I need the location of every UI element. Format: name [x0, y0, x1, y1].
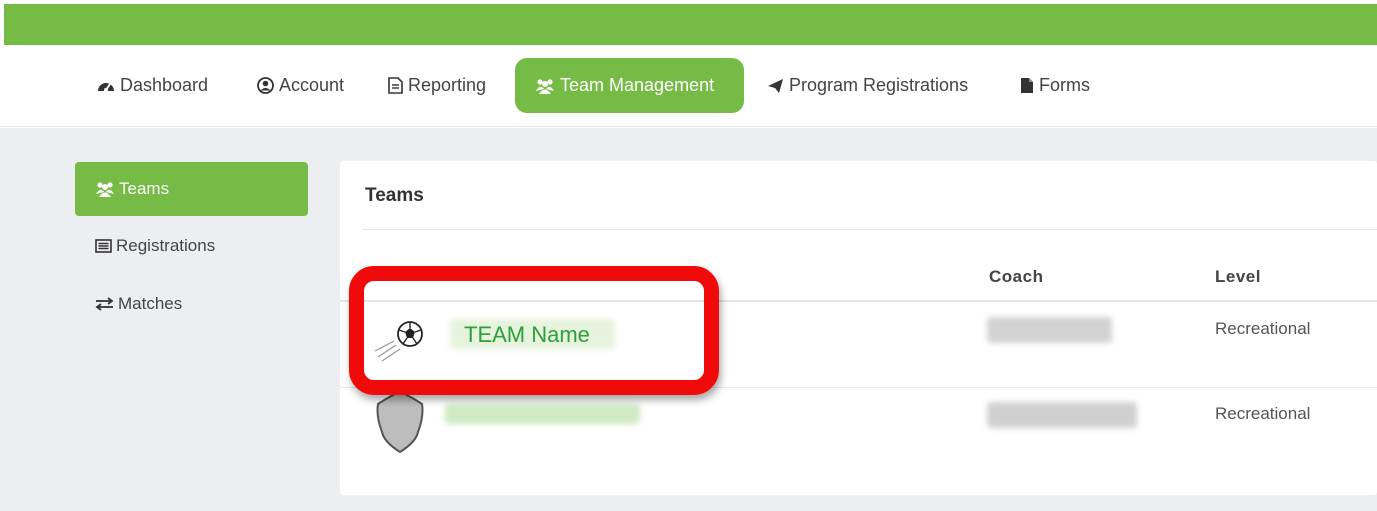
- divider: [362, 229, 1377, 230]
- coach-name-redacted: [987, 317, 1112, 343]
- team-name-redacted[interactable]: [445, 404, 640, 424]
- sidebar-item-teams[interactable]: Teams: [75, 162, 308, 216]
- paper-plane-icon: [767, 78, 784, 94]
- nav-forms[interactable]: Forms: [1020, 58, 1090, 113]
- user-circle-icon: [257, 77, 274, 94]
- users-icon: [95, 181, 115, 197]
- list-icon: [95, 239, 112, 253]
- nav-reporting-label: Reporting: [408, 75, 487, 95]
- main-nav: Dashboard Account Reporting Team Managem…: [0, 45, 1377, 127]
- nav-team-management[interactable]: Team Management: [515, 58, 744, 113]
- sidebar-item-matches[interactable]: Matches: [75, 277, 308, 331]
- highlight-box: [349, 266, 719, 395]
- sidebar-item-label: Registrations: [116, 236, 216, 255]
- exchange-icon: [95, 297, 114, 311]
- nav-forms-label: Forms: [1039, 75, 1090, 95]
- column-header-coach[interactable]: Coach: [989, 267, 1043, 287]
- nav-dashboard-label: Dashboard: [120, 75, 209, 95]
- users-icon: [535, 78, 555, 94]
- nav-program-registrations-label: Program Registrations: [789, 75, 969, 95]
- column-header-level[interactable]: Level: [1215, 267, 1261, 287]
- nav-account[interactable]: Account: [257, 58, 344, 113]
- nav-account-label: Account: [279, 75, 345, 95]
- file-icon: [1020, 77, 1034, 94]
- nav-dashboard[interactable]: Dashboard: [97, 58, 208, 113]
- level-cell: Recreational: [1215, 319, 1311, 338]
- sidebar-item-registrations[interactable]: Registrations: [75, 219, 308, 273]
- level-cell: Recreational: [1215, 404, 1311, 423]
- top-bar: [4, 4, 1377, 45]
- dashboard-icon: [97, 78, 115, 94]
- sidebar-item-label: Matches: [118, 294, 183, 313]
- file-text-icon: [388, 77, 403, 94]
- sidebar-item-label: Teams: [119, 179, 170, 198]
- shield-icon: [372, 390, 428, 459]
- panel-title: Teams: [365, 185, 424, 206]
- nav-program-registrations[interactable]: Program Registrations: [767, 58, 968, 113]
- coach-name-redacted: [987, 402, 1137, 428]
- nav-team-management-label: Team Management: [560, 75, 715, 95]
- nav-reporting[interactable]: Reporting: [388, 58, 486, 113]
